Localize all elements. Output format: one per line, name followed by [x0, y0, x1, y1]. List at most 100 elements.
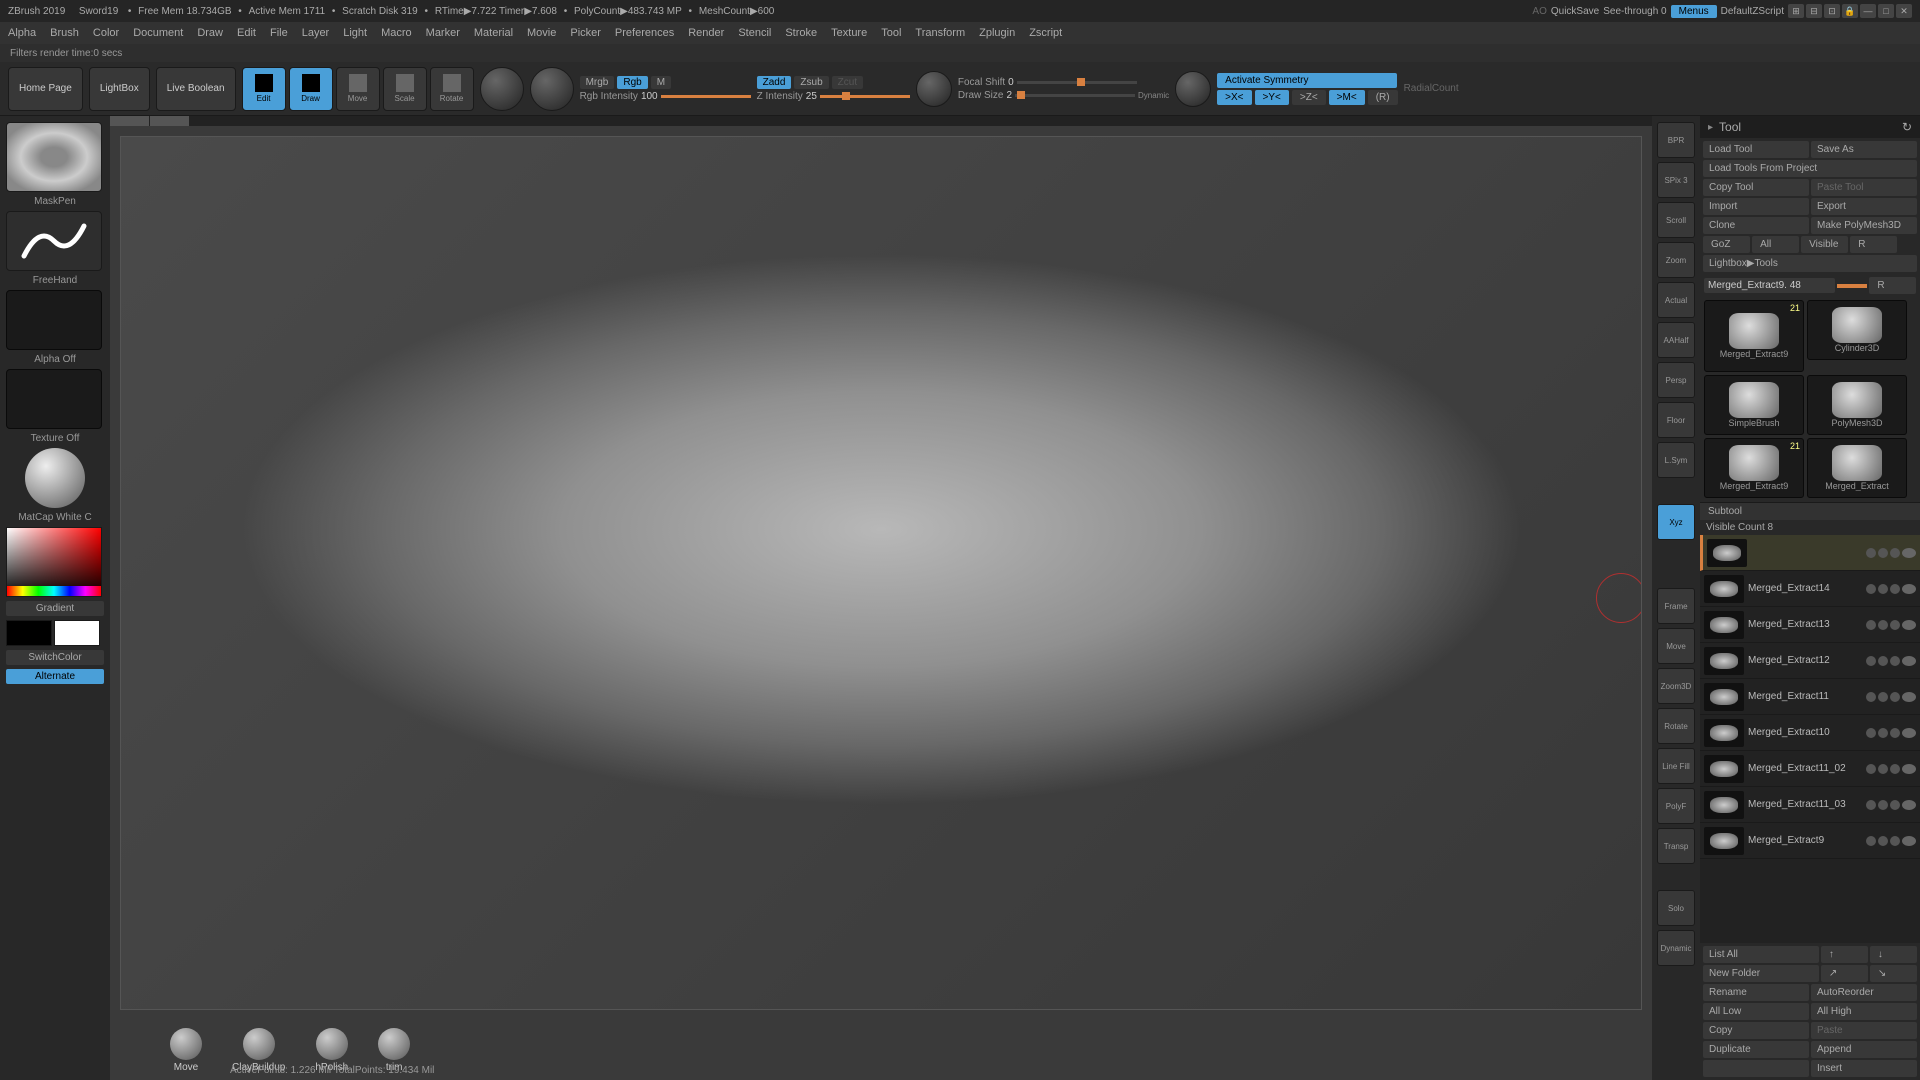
tool-slider[interactable] [1837, 284, 1867, 288]
home-page-button[interactable]: Home Page [8, 67, 83, 111]
mirror-sphere[interactable] [530, 67, 574, 111]
export-button[interactable]: Export [1811, 198, 1917, 215]
subtool-row[interactable]: Merged_Extract11 [1700, 679, 1920, 715]
rgb-intensity-slider[interactable] [661, 95, 751, 98]
line-fill-button[interactable]: Line Fill [1657, 748, 1695, 784]
polyf-button[interactable]: PolyF [1657, 788, 1695, 824]
copy-tool-button[interactable]: Copy Tool [1703, 179, 1809, 196]
floor-button[interactable]: Floor [1657, 402, 1695, 438]
quicksave-button[interactable]: QuickSave [1551, 6, 1599, 17]
transp-button[interactable]: Transp [1657, 828, 1695, 864]
new-folder-button[interactable]: New Folder [1703, 965, 1819, 982]
menu-texture[interactable]: Texture [831, 27, 867, 39]
subtool-row[interactable] [1700, 535, 1920, 571]
activate-symmetry-button[interactable]: Activate Symmetry [1217, 73, 1397, 88]
subtool-row[interactable]: Merged_Extract11_03 [1700, 787, 1920, 823]
scale-mode-button[interactable]: Scale [383, 67, 427, 111]
--button[interactable]: ↓ [1870, 946, 1917, 963]
zadd-toggle[interactable]: Zadd [757, 76, 792, 89]
texture-preview[interactable] [6, 369, 102, 429]
draw-mode-button[interactable]: Draw [289, 67, 333, 111]
brush-preview[interactable] [6, 122, 102, 192]
--button[interactable]: ↗ [1821, 965, 1868, 982]
gyro-icon[interactable] [916, 71, 952, 107]
menu-picker[interactable]: Picker [570, 27, 601, 39]
menu-alpha[interactable]: Alpha [8, 27, 36, 39]
dynamic-button[interactable]: Dynamic [1657, 930, 1695, 966]
l-sym-button[interactable]: L.Sym [1657, 442, 1695, 478]
current-tool-label[interactable]: Merged_Extract9. 48 [1704, 278, 1835, 293]
autoreorder-button[interactable]: AutoReorder [1811, 984, 1917, 1001]
scroll-button[interactable]: Scroll [1657, 202, 1695, 238]
sym-m-toggle[interactable]: >M< [1329, 90, 1365, 105]
menu-zscript[interactable]: Zscript [1029, 27, 1062, 39]
menu-zplugin[interactable]: Zplugin [979, 27, 1015, 39]
menu-color[interactable]: Color [93, 27, 119, 39]
menu-light[interactable]: Light [343, 27, 367, 39]
sym-x-toggle[interactable]: >X< [1217, 90, 1251, 105]
menu-render[interactable]: Render [688, 27, 724, 39]
menu-stroke[interactable]: Stroke [785, 27, 817, 39]
menu-movie[interactable]: Movie [527, 27, 556, 39]
aahalf-button[interactable]: AAHalf [1657, 322, 1695, 358]
solo-button[interactable]: Solo [1657, 890, 1695, 926]
tool-thumb[interactable]: PolyMesh3D [1807, 375, 1907, 435]
z-intensity-slider[interactable] [820, 95, 910, 98]
zcut-toggle[interactable]: Zcut [832, 76, 863, 89]
visible-button[interactable]: Visible [1801, 236, 1848, 253]
clone-button[interactable]: Clone [1703, 217, 1809, 234]
live-boolean-button[interactable]: Live Boolean [156, 67, 236, 111]
paste-button[interactable]: Paste [1811, 1022, 1917, 1039]
make-polymesh3d-button[interactable]: Make PolyMesh3D [1811, 217, 1917, 234]
color-picker[interactable] [6, 527, 102, 597]
sym-z-toggle[interactable]: >Z< [1292, 90, 1326, 105]
r-button[interactable]: R [1869, 277, 1916, 294]
win-icon[interactable]: ⊡ [1824, 4, 1840, 18]
alternate-toggle[interactable]: Alternate [6, 669, 104, 684]
insert-button[interactable]: Insert [1811, 1060, 1917, 1077]
lightbox-button[interactable]: LightBox [89, 67, 150, 111]
menu-brush[interactable]: Brush [50, 27, 79, 39]
shelf-brush-move[interactable]: Move [170, 1028, 202, 1073]
zoom3d-button[interactable]: Zoom3D [1657, 668, 1695, 704]
menu-document[interactable]: Document [133, 27, 183, 39]
subtool-row[interactable]: Merged_Extract9 [1700, 823, 1920, 859]
zsub-toggle[interactable]: Zsub [794, 76, 828, 89]
close-icon[interactable]: ✕ [1896, 4, 1912, 18]
edit-mode-button[interactable]: Edit [242, 67, 286, 111]
dynamic-sphere[interactable] [1175, 71, 1211, 107]
sym-r-toggle[interactable]: (R) [1368, 90, 1398, 105]
rename-button[interactable]: Rename [1703, 984, 1809, 1001]
copy-button[interactable]: Copy [1703, 1022, 1809, 1039]
reset-icon[interactable]: ↻ [1902, 120, 1912, 134]
menu-layer[interactable]: Layer [302, 27, 330, 39]
load-tool-button[interactable]: Load Tool [1703, 141, 1809, 158]
menu-edit[interactable]: Edit [237, 27, 256, 39]
move-mode-button[interactable]: Move [336, 67, 380, 111]
save-as-button[interactable]: Save As [1811, 141, 1917, 158]
tool-thumb[interactable]: SimpleBrush [1704, 375, 1804, 435]
minimize-icon[interactable]: — [1860, 4, 1876, 18]
lightbox-tools-button[interactable]: Lightbox▶Tools [1703, 255, 1917, 272]
material-preview[interactable] [25, 448, 85, 508]
menu-marker[interactable]: Marker [426, 27, 460, 39]
secondary-color-swatch[interactable] [6, 620, 52, 646]
win-icon[interactable]: ⊟ [1806, 4, 1822, 18]
persp-button[interactable]: Persp [1657, 362, 1695, 398]
rotate-mode-button[interactable]: Rotate [430, 67, 474, 111]
import-button[interactable]: Import [1703, 198, 1809, 215]
tool-thumb[interactable]: 21Merged_Extract9 [1704, 300, 1804, 372]
goz-button[interactable]: GoZ [1703, 236, 1750, 253]
viewport[interactable] [120, 136, 1642, 1010]
win-icon[interactable]: ⊞ [1788, 4, 1804, 18]
blank-button[interactable] [1703, 1060, 1809, 1077]
ao-toggle[interactable]: AO [1532, 6, 1546, 17]
primary-color-swatch[interactable] [54, 620, 100, 646]
menu-material[interactable]: Material [474, 27, 513, 39]
list-all-button[interactable]: List All [1703, 946, 1819, 963]
focal-shift-slider[interactable] [1017, 81, 1137, 84]
default-zscript[interactable]: DefaultZScript [1721, 6, 1784, 17]
seethrough-slider[interactable]: See-through 0 [1603, 6, 1666, 17]
tool-thumb[interactable]: Cylinder3D [1807, 300, 1907, 360]
append-button[interactable]: Append [1811, 1041, 1917, 1058]
